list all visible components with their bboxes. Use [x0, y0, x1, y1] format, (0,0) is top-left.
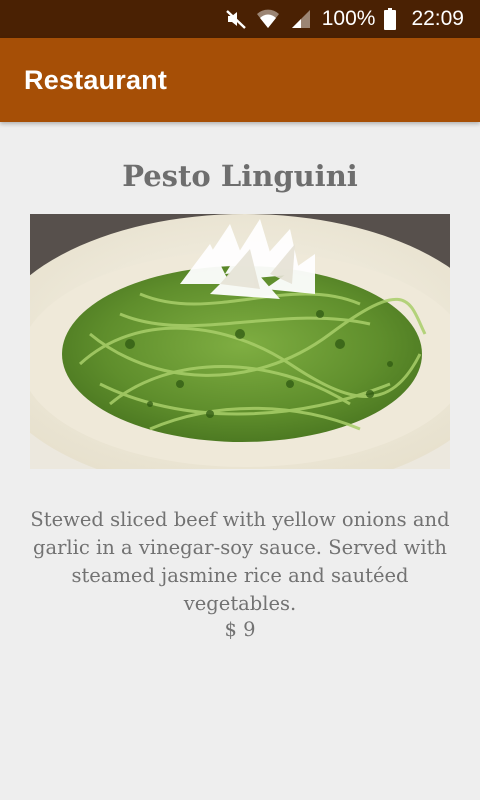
dish-title: Pesto Linguini: [122, 159, 358, 193]
mute-icon: [225, 8, 247, 30]
app-bar: Restaurant: [0, 38, 480, 122]
dish-price: $ 9: [224, 618, 256, 641]
dish-description: Stewed sliced beef with yellow onions an…: [30, 507, 450, 615]
battery-percent: 100%: [321, 7, 376, 30]
clock: 22:09: [411, 7, 464, 30]
app-title: Restaurant: [24, 65, 168, 95]
dish-detail: Pesto Linguini Stewed sliced beef with y…: [0, 122, 480, 641]
status-icons: 100% 22:09: [225, 0, 464, 38]
signal-icon: [289, 8, 311, 30]
battery-icon: [384, 8, 397, 30]
status-bar: 100% 22:09: [0, 0, 480, 38]
dish-image: [30, 214, 450, 469]
wifi-icon: [256, 8, 280, 30]
